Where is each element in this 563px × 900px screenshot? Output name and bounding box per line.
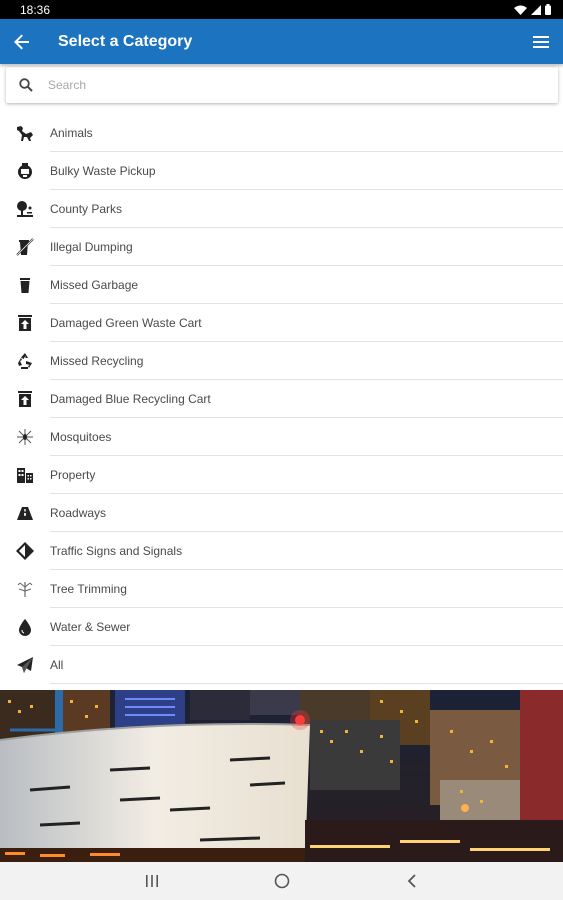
category-label: County Parks <box>50 202 123 216</box>
back-button[interactable] <box>0 19 44 64</box>
home-circle-icon <box>274 873 289 889</box>
category-label: Roadways <box>50 506 107 520</box>
category-label: Property <box>50 468 96 482</box>
category-item-tree-trimming[interactable]: Tree Trimming <box>0 570 563 608</box>
arrow-left-icon <box>14 34 29 49</box>
status-time: 18:36 <box>20 2 51 17</box>
category-item-county-parks[interactable]: County Parks <box>0 190 563 228</box>
category-list: Animals Bulky Waste Pickup County Parks … <box>0 114 563 684</box>
category-item-missed-garbage[interactable]: Missed Garbage <box>0 266 563 304</box>
category-item-property[interactable]: Property <box>0 456 563 494</box>
road-icon <box>0 503 50 523</box>
search-icon <box>6 78 46 92</box>
category-item-animals[interactable]: Animals <box>0 114 563 152</box>
mosquito-icon <box>0 427 50 447</box>
category-item-bulky-waste[interactable]: Bulky Waste Pickup <box>0 152 563 190</box>
category-label: Bulky Waste Pickup <box>50 164 156 178</box>
traffic-sign-icon <box>0 541 50 561</box>
category-item-water-sewer[interactable]: Water & Sewer <box>0 608 563 646</box>
recents-icon <box>145 875 158 887</box>
animal-icon <box>0 123 50 143</box>
search-input[interactable] <box>46 67 558 103</box>
category-label: Missed Garbage <box>50 278 139 292</box>
hamburger-menu-icon <box>533 35 549 48</box>
category-item-green-waste-cart[interactable]: Damaged Green Waste Cart <box>0 304 563 342</box>
category-item-roadways[interactable]: Roadways <box>0 494 563 532</box>
category-label: Animals <box>50 126 93 140</box>
category-label: Damaged Blue Recycling Cart <box>50 392 211 406</box>
park-icon <box>0 199 50 219</box>
category-item-all[interactable]: All <box>0 646 563 684</box>
category-item-illegal-dumping[interactable]: Illegal Dumping <box>0 228 563 266</box>
water-drop-icon <box>0 617 50 637</box>
signal-icon <box>531 4 541 15</box>
category-label: All <box>50 658 64 672</box>
system-nav-bar <box>0 862 563 900</box>
recents-button[interactable] <box>137 866 167 896</box>
garbage-can-icon <box>0 275 50 295</box>
paper-plane-icon <box>0 655 50 675</box>
status-bar: 18:36 <box>0 0 563 19</box>
category-label: Mosquitoes <box>50 430 112 444</box>
tree-icon <box>0 579 50 599</box>
status-icons <box>514 4 551 15</box>
category-item-traffic-signs[interactable]: Traffic Signs and Signals <box>0 532 563 570</box>
recycle-icon <box>0 351 50 371</box>
category-label: Tree Trimming <box>50 582 127 596</box>
category-label: Illegal Dumping <box>50 240 133 254</box>
category-item-missed-recycling[interactable]: Missed Recycling <box>0 342 563 380</box>
system-back-button[interactable] <box>397 866 427 896</box>
category-label: Traffic Signs and Signals <box>50 544 183 558</box>
search-bar[interactable] <box>6 67 558 103</box>
wifi-icon <box>514 5 527 15</box>
dumping-icon <box>0 237 50 257</box>
category-item-mosquitoes[interactable]: Mosquitoes <box>0 418 563 456</box>
category-label: Damaged Green Waste Cart <box>50 316 202 330</box>
category-label: Missed Recycling <box>50 354 144 368</box>
recycling-cart-icon <box>0 389 50 409</box>
category-item-blue-recycling-cart[interactable]: Damaged Blue Recycling Cart <box>0 380 563 418</box>
app-bar: Select a Category <box>0 19 563 64</box>
page-title: Select a Category <box>58 32 193 50</box>
city-skyline-image <box>0 690 563 862</box>
building-icon <box>0 465 50 485</box>
battery-icon <box>545 4 551 15</box>
waste-cart-icon <box>0 313 50 333</box>
chevron-left-icon <box>407 874 416 888</box>
menu-button[interactable] <box>519 19 563 64</box>
home-button[interactable] <box>267 866 297 896</box>
category-label: Water & Sewer <box>50 620 131 634</box>
bulky-waste-icon <box>0 161 50 181</box>
